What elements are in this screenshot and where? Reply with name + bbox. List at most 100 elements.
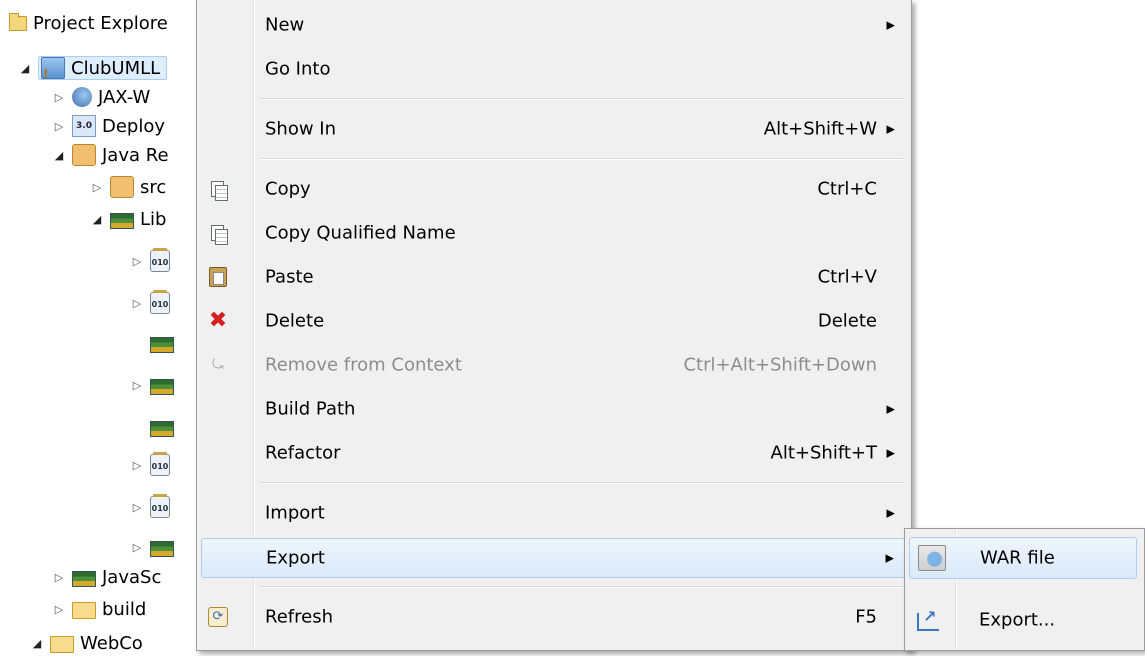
expand-twisty-icon[interactable]: ▷ [90, 181, 104, 194]
menu-separator [259, 482, 903, 484]
java-resources-icon [72, 144, 96, 166]
expand-twisty-icon[interactable]: ◢ [18, 62, 32, 75]
remove-from-context-icon: ⤿ [212, 357, 224, 373]
submenu-arrow-icon: ▶ [886, 446, 895, 460]
menu-item-label: Refresh [265, 606, 333, 628]
expand-twisty-icon[interactable]: ▷ [52, 120, 66, 133]
menu-item-label: Delete [265, 310, 325, 332]
deployment-descriptor-icon: 3.0 [72, 115, 96, 137]
menu-item-shortcut: Ctrl+Alt+Shift+Down [683, 354, 877, 376]
tree-item-label: JavaSc [102, 566, 162, 588]
tree-item-label: ClubUMLL [71, 57, 161, 79]
tree-item-jar[interactable]: ▷ 010 [130, 494, 176, 520]
tree-item-library[interactable] [130, 414, 180, 440]
tree-item-jar[interactable]: ▷ 010 [130, 452, 176, 478]
tree-item-deployment[interactable]: ▷ 3.0 Deploy [52, 113, 165, 139]
menu-item-copy-qualified-name[interactable]: Copy Qualified Name [201, 214, 907, 252]
submenu-arrow-icon: ▶ [886, 506, 895, 520]
expand-twisty-icon[interactable]: ▷ [52, 571, 66, 584]
menu-item-shortcut: F5 [855, 606, 877, 628]
jar-icon: 010 [150, 452, 170, 476]
tree-item-jar[interactable]: ▷ 010 [130, 290, 176, 316]
tree-item-label: Deploy [102, 115, 166, 137]
menu-item-build-path[interactable]: Build Path ▶ [201, 390, 907, 428]
library-icon [150, 420, 174, 437]
menu-item-label: Show In [265, 118, 337, 140]
tree-item-label: Java Re [102, 144, 169, 166]
menu-item-label: Go Into [265, 58, 331, 80]
tree-item-label: Lib [140, 208, 167, 230]
tree-item-build[interactable]: ▷ build [52, 596, 147, 622]
tree-item-library[interactable]: ▷ [130, 372, 180, 398]
expand-twisty-icon[interactable]: ◢ [90, 213, 104, 226]
menu-item-show-in[interactable]: Show In Alt+Shift+W ▶ [201, 110, 907, 148]
expand-twisty-icon[interactable]: ▷ [130, 459, 144, 472]
paste-icon [207, 266, 229, 288]
jar-icon: 010 [150, 248, 170, 272]
library-icon [150, 336, 174, 353]
menu-item-shortcut: Alt+Shift+T [770, 442, 877, 464]
menu-item-label: Import [265, 502, 325, 524]
tree-item-jar[interactable]: ▷ 010 [130, 248, 176, 274]
tree-item-library[interactable]: ▷ [130, 534, 180, 560]
menu-item-remove-from-context[interactable]: ⤿ Remove from Context Ctrl+Alt+Shift+Dow… [201, 346, 907, 384]
folder-icon [50, 635, 74, 653]
menu-item-copy[interactable]: Copy Ctrl+C [201, 170, 907, 208]
expand-twisty-icon[interactable]: ◢ [30, 637, 44, 650]
submenu-arrow-icon: ▶ [885, 551, 894, 565]
tree-item-label: WebCo [80, 632, 143, 654]
tree-item-java-resources[interactable]: ◢ Java Re [52, 142, 169, 168]
tree-item-library[interactable] [130, 330, 180, 356]
tree-item-jaxws[interactable]: ▷ JAX-W [52, 84, 151, 110]
menu-item-paste[interactable]: Paste Ctrl+V [201, 258, 907, 296]
tree-item-project[interactable]: ◢ ClubUMLL [18, 55, 168, 81]
project-explorer-tab[interactable]: Project Explore [0, 8, 168, 38]
tree-item-label: JAX-W [98, 86, 151, 108]
jar-icon: 010 [150, 290, 170, 314]
tree-item-webcontent[interactable]: ◢ WebCo [30, 630, 143, 656]
expand-twisty-icon[interactable]: ◢ [52, 149, 66, 162]
menu-item-import[interactable]: Import ▶ [201, 494, 907, 532]
menu-item-shortcut: Delete [817, 310, 877, 332]
library-icon [110, 212, 134, 229]
menu-item-refresh[interactable]: ⟳ Refresh F5 [201, 598, 907, 636]
menu-item-go-into[interactable]: Go Into [201, 50, 907, 88]
expand-twisty-icon[interactable]: ▷ [130, 255, 144, 268]
menu-separator [259, 158, 903, 160]
menu-item-new[interactable]: New ▶ [201, 6, 907, 44]
war-file-icon [918, 545, 946, 571]
menu-item-delete[interactable]: ✖ Delete Delete [201, 302, 907, 340]
tree-item-label: build [102, 598, 147, 620]
menu-item-refactor[interactable]: Refactor Alt+Shift+T ▶ [201, 434, 907, 472]
refresh-icon: ⟳ [207, 606, 229, 628]
submenu-item-label: Export... [979, 609, 1056, 631]
expand-twisty-icon[interactable]: ▷ [130, 379, 144, 392]
submenu-item-war-file[interactable]: WAR file [909, 537, 1137, 579]
export-icon [917, 607, 939, 631]
source-folder-icon [110, 176, 134, 198]
context-menu: New ▶ Go Into Show In Alt+Shift+W ▶ Copy… [196, 0, 912, 651]
menu-item-label: Remove from Context [265, 354, 462, 376]
jar-icon: 010 [150, 494, 170, 518]
menu-separator [259, 586, 903, 588]
menu-item-shortcut: Alt+Shift+W [763, 118, 877, 140]
submenu-item-export[interactable]: Export... [909, 599, 1137, 641]
tree-item-libraries[interactable]: ◢ Lib [90, 206, 167, 232]
project-icon [41, 57, 65, 81]
menu-item-label: Build Path [265, 398, 356, 420]
delete-icon: ✖ [208, 308, 228, 333]
library-icon [150, 378, 174, 395]
menu-item-label: Export [266, 547, 325, 569]
menu-item-label: New [265, 14, 305, 36]
menu-item-export[interactable]: Export ▶ [201, 538, 907, 578]
tree-item-javascript[interactable]: ▷ JavaSc [52, 564, 162, 590]
expand-twisty-icon[interactable]: ▷ [52, 603, 66, 616]
tree-item-src[interactable]: ▷ src [90, 174, 166, 200]
expand-twisty-icon[interactable]: ▷ [130, 501, 144, 514]
menu-item-shortcut: Ctrl+V [817, 266, 877, 288]
submenu-arrow-icon: ▶ [886, 122, 895, 136]
export-submenu: WAR file Export... [904, 528, 1145, 651]
expand-twisty-icon[interactable]: ▷ [52, 91, 66, 104]
expand-twisty-icon[interactable]: ▷ [130, 541, 144, 554]
expand-twisty-icon[interactable]: ▷ [130, 297, 144, 310]
